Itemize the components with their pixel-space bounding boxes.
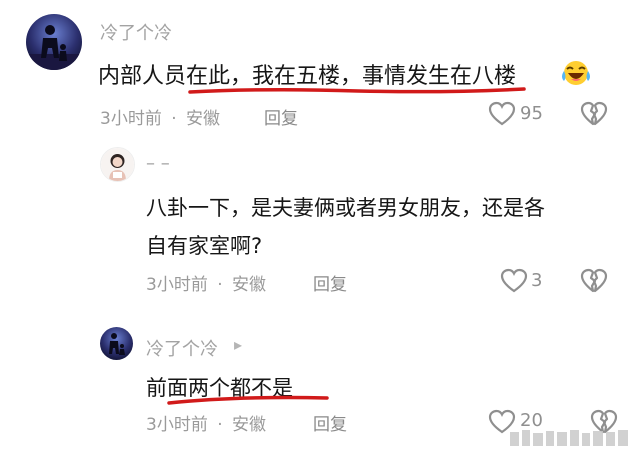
heart-icon[interactable] [500, 268, 528, 294]
location: 安徽 [232, 275, 267, 295]
author-mark: ▸ [234, 335, 243, 354]
like-count: 95 [520, 103, 543, 124]
location: 安徽 [232, 415, 267, 435]
meta-time: 3小时前 · 安徽 [100, 104, 220, 129]
separator: · [217, 275, 223, 295]
heart-icon[interactable] [488, 101, 516, 127]
username[interactable]: 冷了个冷 [146, 335, 218, 361]
location: 安徽 [186, 109, 221, 129]
like-count: 3 [531, 270, 543, 291]
timestamp: 3小时前 [146, 415, 208, 435]
avatar[interactable] [100, 327, 133, 360]
comment-text-line2: 自有家室啊? [146, 234, 263, 258]
watermark [510, 430, 628, 446]
avatar[interactable] [100, 147, 135, 182]
avatar[interactable] [26, 14, 82, 70]
meta-time: 3小时前 · 安徽 [146, 410, 266, 435]
username[interactable]: 冷了个冷 [100, 19, 172, 45]
red-underline [167, 395, 329, 405]
meta-time: 3小时前 · 安徽 [146, 270, 266, 295]
red-underline [188, 87, 526, 94]
broken-heart-icon[interactable] [580, 101, 608, 127]
separator: · [171, 109, 177, 129]
timestamp: 3小时前 [146, 275, 208, 295]
separator: · [217, 415, 223, 435]
reply-button[interactable]: 回复 [313, 410, 347, 435]
timestamp: 3小时前 [100, 109, 162, 129]
reply-button[interactable]: 回复 [313, 270, 347, 295]
username[interactable]: – – [146, 153, 170, 174]
reply-button[interactable]: 回复 [264, 104, 298, 129]
laughing-crying-emoji [562, 61, 590, 85]
comment-text-line1: 八卦一下，是夫妻俩或者男女朋友，还是各 [146, 196, 545, 220]
broken-heart-icon[interactable] [580, 268, 608, 294]
